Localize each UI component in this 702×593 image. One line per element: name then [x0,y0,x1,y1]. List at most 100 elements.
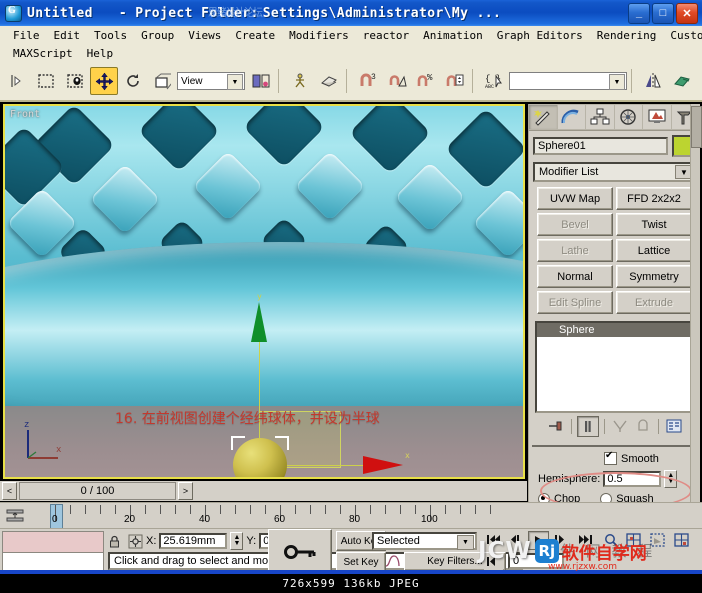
svg-text:3: 3 [371,73,376,82]
modifier-button-grid: UVW Map FFD 2x2x2 Bevel Twist Lathe Latt… [529,187,700,314]
use-pivot-point-center-icon[interactable] [247,67,275,95]
modifier-list-dropdown[interactable]: Modifier List ▼ [533,162,696,182]
named-selection-sets-combo[interactable]: ▼ [509,72,627,90]
modifier-uvw-map-button[interactable]: UVW Map [537,187,613,210]
close-button[interactable]: ✕ [676,2,698,24]
modifier-lathe-button[interactable]: Lathe [537,239,613,262]
remove-modifier-icon[interactable] [632,416,653,436]
modifier-twist-button[interactable]: Twist [616,213,692,236]
menu-rendering[interactable]: Rendering [590,28,664,43]
panel-scrollbar[interactable] [690,104,702,516]
menu-create[interactable]: Create [228,28,282,43]
chevron-down-icon[interactable]: ▼ [609,74,625,90]
menu-group[interactable]: Group [134,28,181,43]
spinner-snap-toggle-icon[interactable] [441,67,469,95]
modifier-normal-button[interactable]: Normal [537,265,613,288]
x-label: X: [146,535,157,547]
next-frame-arrow[interactable]: > [178,482,193,500]
main-toolbar: View ▼ 3 % { } ABC ▼ [0,62,702,102]
motion-tab[interactable] [614,104,643,130]
pin-stack-icon[interactable] [545,416,566,436]
mini-curve-editor-icon[interactable] [4,506,26,526]
align-icon[interactable] [668,67,696,95]
gizmo-x-axis-arrow[interactable] [363,456,403,474]
x-spinner[interactable]: ▲ ▼ [230,532,244,550]
hemisphere-value-field[interactable]: 0.5 [603,471,662,487]
modifier-bevel-button[interactable]: Bevel [537,213,613,236]
menu-views[interactable]: Views [181,28,228,43]
menu-maxscript[interactable]: MAXScript [6,46,80,61]
gizmo-y-axis-arrow[interactable] [251,302,267,342]
modifier-stack[interactable]: Sphere [535,321,694,413]
bind-to-space-warp-icon[interactable] [315,67,343,95]
named-selection-sets-icon[interactable]: { } ABC [480,67,508,95]
timeline-ruler[interactable]: 0 20 40 60 80 100 [0,502,702,529]
chevron-down-icon[interactable]: ▼ [457,535,474,550]
menu-reactor[interactable]: reactor [356,28,416,43]
menu-file[interactable]: File [6,28,47,43]
set-key-curve-icon[interactable] [384,552,400,569]
watermark-site-name: 软件自学网 [561,543,647,564]
hemisphere-spinner[interactable]: ▲ ▼ [664,470,678,488]
status-log-panel[interactable] [2,531,104,573]
track-bar-row: < 0 / 100 > [0,481,527,501]
svg-text:x: x [56,445,61,455]
undo-icon[interactable] [3,67,31,95]
watermark-brand: JCW [478,538,532,564]
title-watermark: 思绪设计论坛 [208,6,263,19]
modify-tab[interactable] [557,104,586,130]
modifier-ffd-button[interactable]: FFD 2x2x2 [616,187,692,210]
show-end-result-icon[interactable] [576,415,599,437]
modifier-lattice-button[interactable]: Lattice [616,239,692,262]
menu-customize[interactable]: Customize [663,28,702,43]
modifier-list-label: Modifier List [539,166,599,178]
previous-frame-arrow[interactable]: < [2,482,17,500]
select-and-rotate-icon[interactable] [119,67,147,95]
reference-coordinate-system-combo[interactable]: View ▼ [177,72,245,90]
watermark-url: www.rjzxw.com [548,562,617,572]
svg-text:ABC: ABC [485,84,494,90]
percent-snap-toggle-icon[interactable]: % [412,67,440,95]
menu-modifiers[interactable]: Modifiers [282,28,356,43]
mirror-icon[interactable] [639,67,667,95]
select-and-scale-icon[interactable] [148,67,176,95]
minimize-button[interactable]: _ [628,2,650,24]
zoom-extents-all-icon[interactable] [672,531,691,548]
selection-set-combo[interactable]: Selected ▼ [372,532,477,550]
command-panel-tabs [529,104,700,131]
frame-display[interactable]: 0 / 100 [19,482,176,500]
angle-snap-toggle-icon[interactable] [383,67,411,95]
hierarchy-tab[interactable] [586,104,615,130]
menu-graph-editors[interactable]: Graph Editors [490,28,590,43]
modifier-edit-spline-button[interactable]: Edit Spline [537,291,613,314]
modifier-extrude-button[interactable]: Extrude [616,291,692,314]
ruler-label-0: 0 [52,514,58,525]
select-and-link-icon[interactable] [286,67,314,95]
select-and-move-icon[interactable] [90,67,118,95]
create-tab[interactable] [529,104,558,130]
ruler-label-60: 60 [274,514,286,525]
lock-selection-icon[interactable] [108,534,121,549]
x-value-field[interactable]: 25.619mm [159,533,228,549]
menu-tools[interactable]: Tools [87,28,134,43]
object-name-field[interactable]: Sphere01 [533,137,668,155]
make-unique-icon[interactable] [609,416,630,436]
menu-edit[interactable]: Edit [47,28,88,43]
snap-toggle-icon[interactable]: 3 [354,67,382,95]
smooth-checkbox[interactable] [604,450,617,465]
chevron-down-icon[interactable]: ▼ [227,74,243,90]
select-by-name-icon[interactable] [61,67,89,95]
modifier-stack-entry-sphere[interactable]: Sphere [537,323,692,337]
maximize-button[interactable]: □ [652,2,674,24]
menu-help[interactable]: Help [80,46,121,61]
menu-animation[interactable]: Animation [416,28,490,43]
viewport-label[interactable]: Front [10,109,40,120]
smooth-label: Smooth [621,452,659,465]
modifier-symmetry-button[interactable]: Symmetry [616,265,692,288]
key-mode-toggle-button[interactable] [268,529,332,575]
configure-modifier-sets-icon[interactable] [663,416,684,436]
select-object-icon[interactable] [32,67,60,95]
set-key-button[interactable]: Set Key [336,552,386,572]
display-tab[interactable] [643,104,672,130]
absolute-relative-transform-icon[interactable] [128,534,143,549]
